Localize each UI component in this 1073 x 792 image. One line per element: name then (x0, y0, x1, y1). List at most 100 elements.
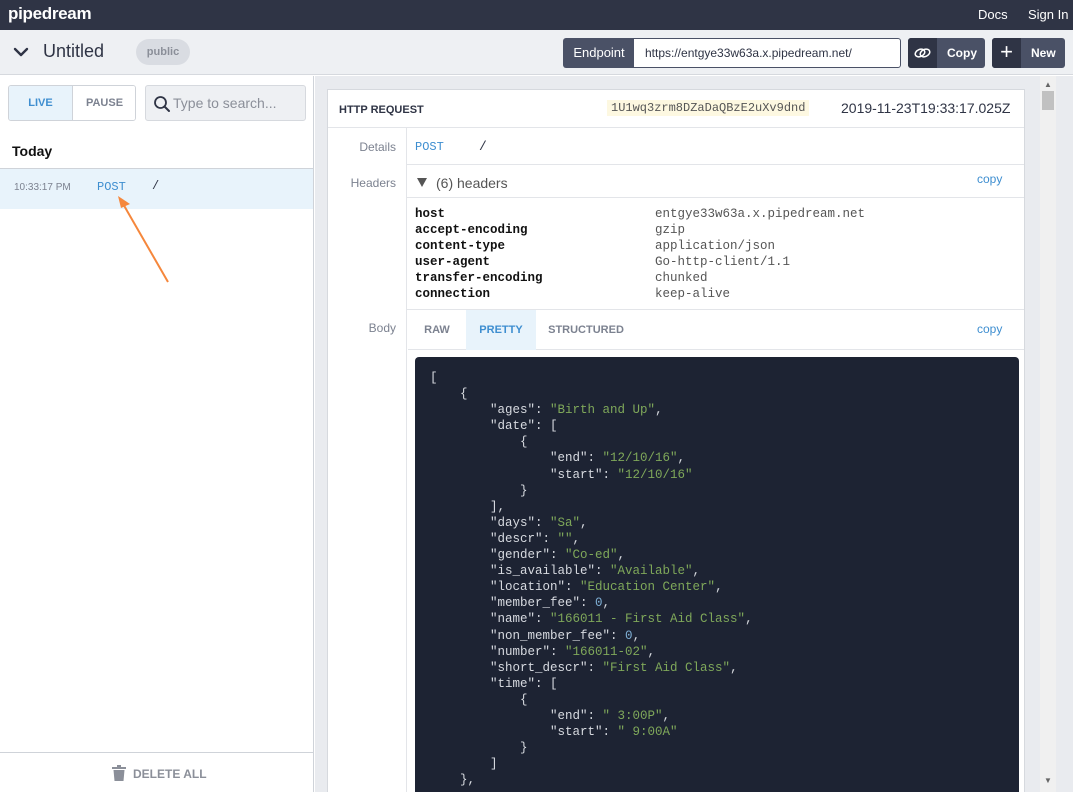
code-token: 0 (625, 628, 633, 643)
code-token: "days": (430, 515, 551, 530)
code-token: } (430, 483, 528, 498)
docs-link[interactable]: Docs (978, 7, 1008, 22)
delete-all-label: DELETE ALL (133, 767, 207, 781)
link-icon (908, 38, 937, 68)
code-token: } (430, 741, 528, 756)
code-token: "" (557, 531, 573, 546)
code-token: 0 (595, 596, 603, 611)
details-method: POST (415, 140, 444, 154)
header-value: Go-http-client/1.1 (655, 255, 791, 269)
code-token: , (677, 451, 686, 466)
headers-label: Headers (350, 176, 396, 190)
endpoint-url-field[interactable]: https://entgye33w63a.x.pipedream.net/ (633, 38, 901, 68)
body-label: Body (368, 321, 396, 335)
code-token: "location": (430, 580, 581, 595)
search-icon (154, 96, 170, 112)
header-key: connection (415, 287, 491, 301)
code-token: "non_member_fee": (430, 628, 626, 643)
code-token: , (715, 580, 723, 595)
scroll-up-icon[interactable]: ▲ (1044, 80, 1052, 89)
code-token: , (745, 612, 753, 627)
bin-title[interactable]: Untitled (43, 41, 104, 62)
code-token: , (692, 564, 701, 579)
code-token: " 9:00A" (617, 725, 678, 740)
sign-in-link[interactable]: Sign In (1028, 7, 1068, 22)
top-nav-bar: pipedream Docs Sign In (0, 0, 1073, 30)
header-value: entgye33w63a.x.pipedream.net (655, 207, 866, 221)
code-token: "short_descr": (430, 660, 603, 675)
live-button[interactable]: LIVE (9, 86, 73, 120)
new-bin-button[interactable]: + New (992, 38, 1065, 68)
code-token: "date": [ (430, 419, 558, 434)
scroll-thumb[interactable] (1042, 91, 1054, 110)
header-value: keep-alive (655, 287, 731, 301)
header-key: content-type (415, 239, 506, 253)
code-token: "ages": (430, 403, 551, 418)
code-token: "Education Center" (580, 580, 716, 595)
new-button-label: New (1031, 46, 1056, 60)
copy-endpoint-button[interactable]: Copy (908, 38, 985, 68)
code-token: " 3:00P" (602, 708, 663, 723)
headers-toggle[interactable]: (6) headers (417, 175, 508, 191)
copy-button-label: Copy (947, 46, 977, 60)
vertical-scrollbar[interactable]: ▲ ▼ (1040, 76, 1056, 792)
annotation-arrow (118, 196, 169, 283)
code-token: , (730, 660, 738, 675)
code-token: , (647, 644, 656, 659)
code-token: "time": [ (430, 676, 558, 691)
label-column: Details Headers Body (328, 128, 407, 792)
tab-raw[interactable]: RAW (408, 310, 466, 350)
json-body-text: [ { "ages": "Birth and Up", "date": [ { … (430, 370, 753, 788)
body-format-tabs: RAW PRETTY STRUCTURED (408, 310, 1024, 350)
header-key: host (415, 207, 446, 221)
code-token: , (655, 403, 663, 418)
json-body-viewer[interactable]: [ { "ages": "Birth and Up", "date": [ { … (415, 357, 1019, 792)
event-time: 10:33:17 PM (14, 182, 71, 193)
header-key: user-agent (415, 255, 491, 269)
search-input[interactable] (173, 92, 301, 114)
headers-count: (6) headers (436, 175, 508, 191)
code-token: "number": (430, 644, 566, 659)
code-token: ], (430, 499, 506, 514)
code-token: "166011 - First Aid Class" (550, 612, 746, 627)
code-token: ] (430, 757, 498, 772)
code-token: { (430, 387, 468, 402)
copy-body-link[interactable]: copy (977, 322, 1002, 336)
code-token: "12/10/16" (602, 451, 678, 466)
code-token: , (572, 531, 581, 546)
pipedream-logo[interactable]: pipedream (8, 4, 92, 24)
code-token: [ (430, 371, 438, 385)
code-token: "166011-02" (565, 644, 648, 659)
code-token: "start": (430, 725, 618, 740)
code-token: "member_fee": (430, 596, 596, 611)
divider (407, 164, 1024, 165)
request-detail-area: HTTP REQUEST 1U1wq3zrm8DZaDaQBzE2uXv9dnd… (315, 76, 1073, 792)
header-key: transfer-encoding (415, 271, 543, 285)
visibility-badge[interactable]: public (136, 39, 190, 65)
tab-pretty[interactable]: PRETTY (466, 310, 536, 350)
code-token: , (632, 628, 641, 643)
request-id[interactable]: 1U1wq3zrm8DZaDaQBzE2uXv9dnd (607, 100, 810, 116)
code-token: "start": (430, 467, 618, 482)
request-heading: HTTP REQUEST (339, 104, 424, 116)
code-token: , (617, 548, 626, 563)
scroll-down-icon[interactable]: ▼ (1044, 776, 1052, 785)
code-token: "name": (430, 612, 551, 627)
code-token: "Sa" (550, 515, 581, 530)
event-list-panel: LIVE PAUSE Today 10:33:17 PM POST / DELE… (0, 76, 314, 792)
pause-button[interactable]: PAUSE (73, 86, 135, 120)
code-token: "12/10/16" (617, 467, 693, 482)
copy-headers-link[interactable]: copy (977, 172, 1002, 186)
header-value: gzip (655, 223, 686, 237)
code-token: "gender": (430, 548, 566, 563)
request-timestamp: 2019-11-23T19:33:17.025Z (841, 100, 1011, 116)
delete-all-button[interactable]: DELETE ALL (0, 752, 313, 792)
code-token: "is_available": (430, 564, 611, 579)
http-request-card: HTTP REQUEST 1U1wq3zrm8DZaDaQBzE2uXv9dnd… (327, 89, 1025, 792)
header-value: application/json (655, 239, 776, 253)
code-token: { (430, 435, 528, 450)
tab-structured[interactable]: STRUCTURED (536, 310, 636, 350)
event-search-box (145, 85, 306, 121)
chevron-down-icon[interactable] (12, 43, 30, 61)
code-token: { (430, 692, 528, 707)
